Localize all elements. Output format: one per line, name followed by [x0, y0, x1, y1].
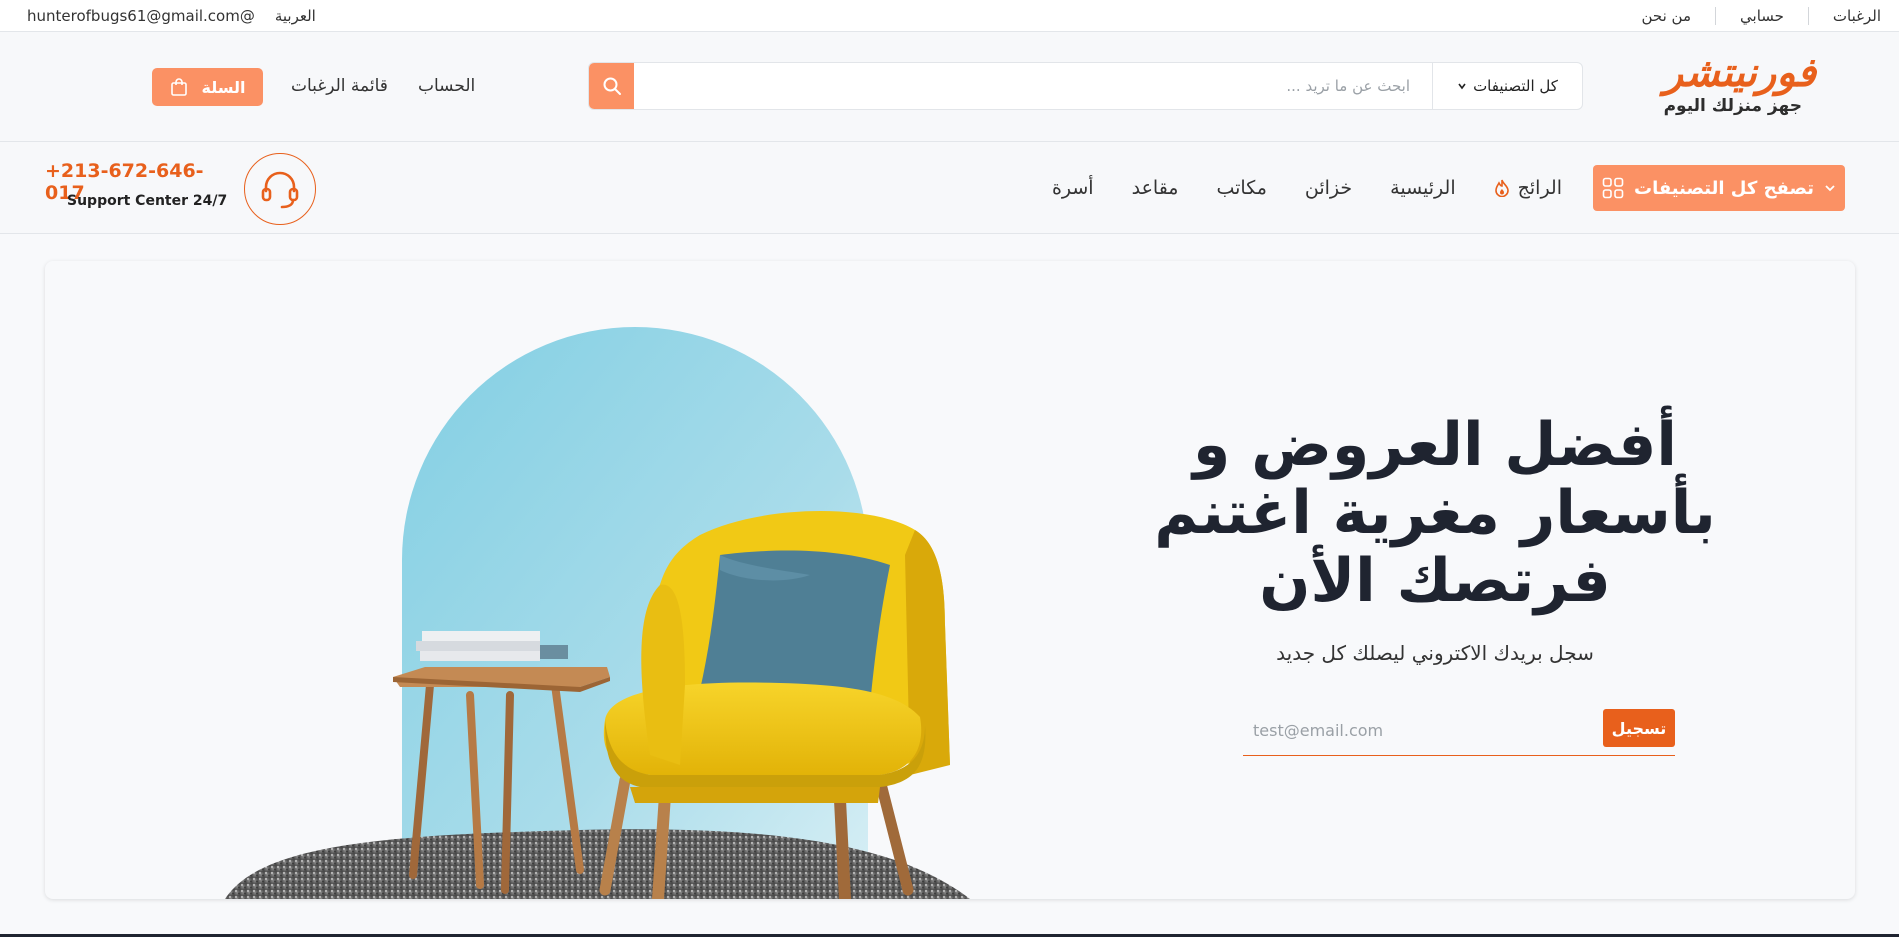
menu-item-cabinets[interactable]: خزائن: [1305, 177, 1352, 199]
grid-icon: [1602, 177, 1624, 199]
brand-logo[interactable]: فورنيتشر جهز منزلك اليوم: [1656, 50, 1817, 120]
hero-title-line: أفضل العروض و: [1193, 410, 1677, 480]
newsletter-form: تسجيل: [1243, 707, 1675, 756]
search-bar: كل التصنيفات: [588, 62, 1583, 110]
top-link-about-us[interactable]: من نحن: [1618, 7, 1716, 25]
menu-item-trending[interactable]: الرائج: [1494, 177, 1562, 199]
category-select-label: كل التصنيفات: [1473, 77, 1558, 95]
chevron-down-icon: [1825, 185, 1835, 192]
search-input[interactable]: [634, 63, 1422, 109]
hero-subtitle: سجل بريدك الاكتروني ليصلك كل جديد: [1276, 641, 1594, 665]
menu-item-trending-label: الرائج: [1517, 177, 1562, 199]
menu-item-beds[interactable]: أسرة: [1052, 177, 1094, 199]
brand-name: فورنيتشر: [1663, 50, 1817, 96]
newsletter-email-input[interactable]: [1243, 707, 1593, 753]
top-links: الرغبات حسابي من نحن: [1618, 0, 1881, 31]
fire-icon: [1494, 179, 1509, 197]
language-selector[interactable]: العربية: [275, 7, 316, 25]
chevron-down-icon: [1458, 83, 1466, 90]
search-icon: [603, 77, 621, 95]
top-bar: الرغبات حسابي من نحن hunterofbugs61@gmai…: [0, 0, 1899, 32]
headset-icon: [261, 171, 299, 209]
account-link[interactable]: الحساب: [418, 76, 475, 96]
hero-title-line: بأسعار مغرية اغتنم: [1154, 478, 1716, 548]
hero-title: أفضل العروض و بأسعار مغرية اغتنم فرتصك ا…: [1150, 411, 1720, 615]
cart-label: السلة: [201, 77, 246, 97]
search-button[interactable]: [589, 63, 634, 109]
cart-button[interactable]: السلة: [152, 68, 263, 106]
hero-title-line: فرتصك الأن: [1259, 546, 1611, 616]
top-link-wishlist[interactable]: الرغبات: [1807, 6, 1881, 25]
hero-armchair-image: [225, 327, 970, 899]
main-header: فورنيتشر جهز منزلك اليوم كل التصنيفات ال…: [0, 32, 1899, 142]
contact-email[interactable]: hunterofbugs61@gmail.com@: [27, 7, 255, 25]
category-select[interactable]: كل التصنيفات: [1432, 63, 1582, 109]
subscribe-button[interactable]: تسجيل: [1603, 709, 1675, 747]
menu-item-desks[interactable]: مكاتب: [1216, 177, 1266, 199]
top-contact: hunterofbugs61@gmail.com@ العربية: [27, 0, 316, 31]
browse-categories-label: تصفح كل التصنيفات: [1634, 177, 1814, 199]
support-center-label: Support Center 24/7: [67, 193, 228, 209]
hero-banner: أفضل العروض و بأسعار مغرية اغتنم فرتصك ا…: [45, 261, 1855, 899]
menu-item-seats[interactable]: مقاعد: [1132, 177, 1179, 199]
top-link-my-account[interactable]: حسابي: [1715, 6, 1808, 25]
support-badge: [244, 153, 316, 225]
wishlist-link[interactable]: قائمة الرغبات: [291, 76, 388, 96]
main-menu: الرائج الرئيسية خزائن مكاتب مقاعد أسرة: [1052, 142, 1562, 234]
browse-categories-button[interactable]: تصفح كل التصنيفات: [1593, 165, 1845, 211]
shopping-bag-icon: [171, 78, 188, 96]
brand-tagline: جهز منزلك اليوم: [1663, 96, 1802, 116]
menu-item-home[interactable]: الرئيسية: [1390, 177, 1455, 199]
nav-bar: تصفح كل التصنيفات الرائج الرئيسية خزائن …: [0, 142, 1899, 234]
